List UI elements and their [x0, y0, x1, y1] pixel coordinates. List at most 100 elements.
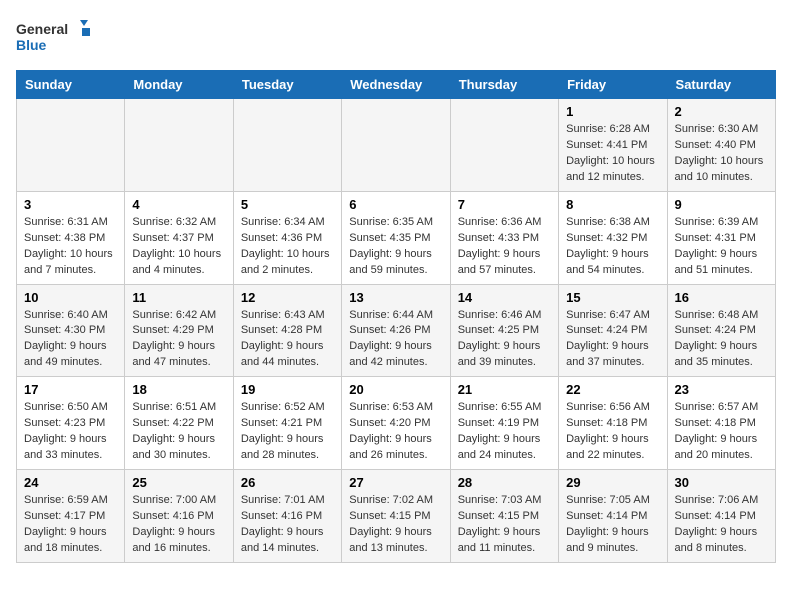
day-number: 7	[458, 197, 551, 212]
day-info: Sunrise: 6:59 AM Sunset: 4:17 PM Dayligh…	[24, 493, 117, 557]
day-number: 27	[349, 475, 442, 490]
calendar-cell: 1 Sunrise: 6:28 AM Sunset: 4:41 PM Daylig…	[559, 99, 667, 192]
day-header-sunday: Sunday	[17, 71, 125, 99]
calendar-cell: 22 Sunrise: 6:56 AM Sunset: 4:18 PM Dayli…	[559, 377, 667, 470]
calendar-cell	[233, 99, 341, 192]
day-info: Sunrise: 7:03 AM Sunset: 4:15 PM Dayligh…	[458, 493, 551, 557]
calendar-week-1: 1 Sunrise: 6:28 AM Sunset: 4:41 PM Daylig…	[17, 99, 776, 192]
calendar-cell: 20 Sunrise: 6:53 AM Sunset: 4:20 PM Dayli…	[342, 377, 450, 470]
day-info: Sunrise: 6:36 AM Sunset: 4:33 PM Dayligh…	[458, 215, 551, 279]
calendar-cell: 26 Sunrise: 7:01 AM Sunset: 4:16 PM Dayli…	[233, 470, 341, 563]
day-header-thursday: Thursday	[450, 71, 558, 99]
day-number: 1	[566, 104, 659, 119]
day-number: 20	[349, 382, 442, 397]
calendar-cell	[125, 99, 233, 192]
day-info: Sunrise: 6:56 AM Sunset: 4:18 PM Dayligh…	[566, 400, 659, 464]
day-number: 2	[675, 104, 768, 119]
day-number: 26	[241, 475, 334, 490]
day-info: Sunrise: 6:44 AM Sunset: 4:26 PM Dayligh…	[349, 308, 442, 372]
day-info: Sunrise: 6:57 AM Sunset: 4:18 PM Dayligh…	[675, 400, 768, 464]
calendar-cell: 9 Sunrise: 6:39 AM Sunset: 4:31 PM Daylig…	[667, 191, 775, 284]
day-number: 25	[132, 475, 225, 490]
calendar-cell	[450, 99, 558, 192]
day-header-friday: Friday	[559, 71, 667, 99]
calendar-cell: 6Sunrise: 6:35 AM Sunset: 4:35 PM Daylig…	[342, 191, 450, 284]
day-header-monday: Monday	[125, 71, 233, 99]
day-info: Sunrise: 6:40 AM Sunset: 4:30 PM Dayligh…	[24, 308, 117, 372]
day-number: 11	[132, 290, 225, 305]
day-number: 3	[24, 197, 117, 212]
calendar-cell: 21 Sunrise: 6:55 AM Sunset: 4:19 PM Dayli…	[450, 377, 558, 470]
calendar-cell: 30 Sunrise: 7:06 AM Sunset: 4:14 PM Dayli…	[667, 470, 775, 563]
calendar-cell: 29Sunrise: 7:05 AM Sunset: 4:14 PM Dayli…	[559, 470, 667, 563]
calendar-cell: 12 Sunrise: 6:43 AM Sunset: 4:28 PM Dayli…	[233, 284, 341, 377]
calendar-week-2: 3Sunrise: 6:31 AM Sunset: 4:38 PM Daylig…	[17, 191, 776, 284]
day-number: 17	[24, 382, 117, 397]
day-number: 21	[458, 382, 551, 397]
day-info: Sunrise: 6:47 AM Sunset: 4:24 PM Dayligh…	[566, 308, 659, 372]
page-header: General Blue	[16, 16, 776, 60]
day-info: Sunrise: 6:38 AM Sunset: 4:32 PM Dayligh…	[566, 215, 659, 279]
calendar-cell: 5 Sunrise: 6:34 AM Sunset: 4:36 PM Daylig…	[233, 191, 341, 284]
day-info: Sunrise: 6:53 AM Sunset: 4:20 PM Dayligh…	[349, 400, 442, 464]
day-info: Sunrise: 6:30 AM Sunset: 4:40 PM Dayligh…	[675, 122, 768, 186]
day-info: Sunrise: 6:52 AM Sunset: 4:21 PM Dayligh…	[241, 400, 334, 464]
day-number: 13	[349, 290, 442, 305]
calendar-table: SundayMondayTuesdayWednesdayThursdayFrid…	[16, 70, 776, 563]
day-number: 19	[241, 382, 334, 397]
svg-text:General: General	[16, 21, 68, 37]
day-number: 4	[132, 197, 225, 212]
day-number: 23	[675, 382, 768, 397]
day-info: Sunrise: 6:34 AM Sunset: 4:36 PM Dayligh…	[241, 215, 334, 279]
logo: General Blue	[16, 16, 96, 60]
day-number: 9	[675, 197, 768, 212]
day-number: 16	[675, 290, 768, 305]
day-number: 12	[241, 290, 334, 305]
calendar-cell	[342, 99, 450, 192]
calendar-cell: 14 Sunrise: 6:46 AM Sunset: 4:25 PM Dayli…	[450, 284, 558, 377]
calendar-cell: 13 Sunrise: 6:44 AM Sunset: 4:26 PM Dayli…	[342, 284, 450, 377]
calendar-cell: 18 Sunrise: 6:51 AM Sunset: 4:22 PM Dayli…	[125, 377, 233, 470]
day-number: 22	[566, 382, 659, 397]
day-info: Sunrise: 6:39 AM Sunset: 4:31 PM Dayligh…	[675, 215, 768, 279]
day-number: 18	[132, 382, 225, 397]
logo-svg: General Blue	[16, 16, 96, 60]
calendar-cell: 7 Sunrise: 6:36 AM Sunset: 4:33 PM Daylig…	[450, 191, 558, 284]
day-info: Sunrise: 7:00 AM Sunset: 4:16 PM Dayligh…	[132, 493, 225, 557]
day-number: 15	[566, 290, 659, 305]
day-number: 30	[675, 475, 768, 490]
day-info: Sunrise: 6:35 AM Sunset: 4:35 PM Dayligh…	[349, 215, 442, 279]
calendar-cell: 19 Sunrise: 6:52 AM Sunset: 4:21 PM Dayli…	[233, 377, 341, 470]
calendar-cell: 11 Sunrise: 6:42 AM Sunset: 4:29 PM Dayli…	[125, 284, 233, 377]
day-number: 14	[458, 290, 551, 305]
calendar-cell: 25 Sunrise: 7:00 AM Sunset: 4:16 PM Dayli…	[125, 470, 233, 563]
day-header-wednesday: Wednesday	[342, 71, 450, 99]
day-info: Sunrise: 7:01 AM Sunset: 4:16 PM Dayligh…	[241, 493, 334, 557]
day-info: Sunrise: 6:28 AM Sunset: 4:41 PM Dayligh…	[566, 122, 659, 186]
day-info: Sunrise: 6:32 AM Sunset: 4:37 PM Dayligh…	[132, 215, 225, 279]
day-number: 29	[566, 475, 659, 490]
calendar-cell: 8 Sunrise: 6:38 AM Sunset: 4:32 PM Daylig…	[559, 191, 667, 284]
day-info: Sunrise: 6:46 AM Sunset: 4:25 PM Dayligh…	[458, 308, 551, 372]
calendar-cell: 28 Sunrise: 7:03 AM Sunset: 4:15 PM Dayli…	[450, 470, 558, 563]
calendar-week-5: 24Sunrise: 6:59 AM Sunset: 4:17 PM Dayli…	[17, 470, 776, 563]
calendar-cell: 15 Sunrise: 6:47 AM Sunset: 4:24 PM Dayli…	[559, 284, 667, 377]
calendar-cell: 2 Sunrise: 6:30 AM Sunset: 4:40 PM Daylig…	[667, 99, 775, 192]
day-header-saturday: Saturday	[667, 71, 775, 99]
day-info: Sunrise: 6:48 AM Sunset: 4:24 PM Dayligh…	[675, 308, 768, 372]
day-info: Sunrise: 6:50 AM Sunset: 4:23 PM Dayligh…	[24, 400, 117, 464]
day-info: Sunrise: 6:51 AM Sunset: 4:22 PM Dayligh…	[132, 400, 225, 464]
day-info: Sunrise: 6:55 AM Sunset: 4:19 PM Dayligh…	[458, 400, 551, 464]
day-number: 28	[458, 475, 551, 490]
day-number: 10	[24, 290, 117, 305]
day-info: Sunrise: 7:06 AM Sunset: 4:14 PM Dayligh…	[675, 493, 768, 557]
day-info: Sunrise: 6:43 AM Sunset: 4:28 PM Dayligh…	[241, 308, 334, 372]
calendar-cell: 16 Sunrise: 6:48 AM Sunset: 4:24 PM Dayli…	[667, 284, 775, 377]
calendar-header-row: SundayMondayTuesdayWednesdayThursdayFrid…	[17, 71, 776, 99]
day-info: Sunrise: 7:02 AM Sunset: 4:15 PM Dayligh…	[349, 493, 442, 557]
day-number: 8	[566, 197, 659, 212]
day-number: 5	[241, 197, 334, 212]
calendar-cell: 27 Sunrise: 7:02 AM Sunset: 4:15 PM Dayli…	[342, 470, 450, 563]
day-info: Sunrise: 6:42 AM Sunset: 4:29 PM Dayligh…	[132, 308, 225, 372]
calendar-cell: 23 Sunrise: 6:57 AM Sunset: 4:18 PM Dayli…	[667, 377, 775, 470]
